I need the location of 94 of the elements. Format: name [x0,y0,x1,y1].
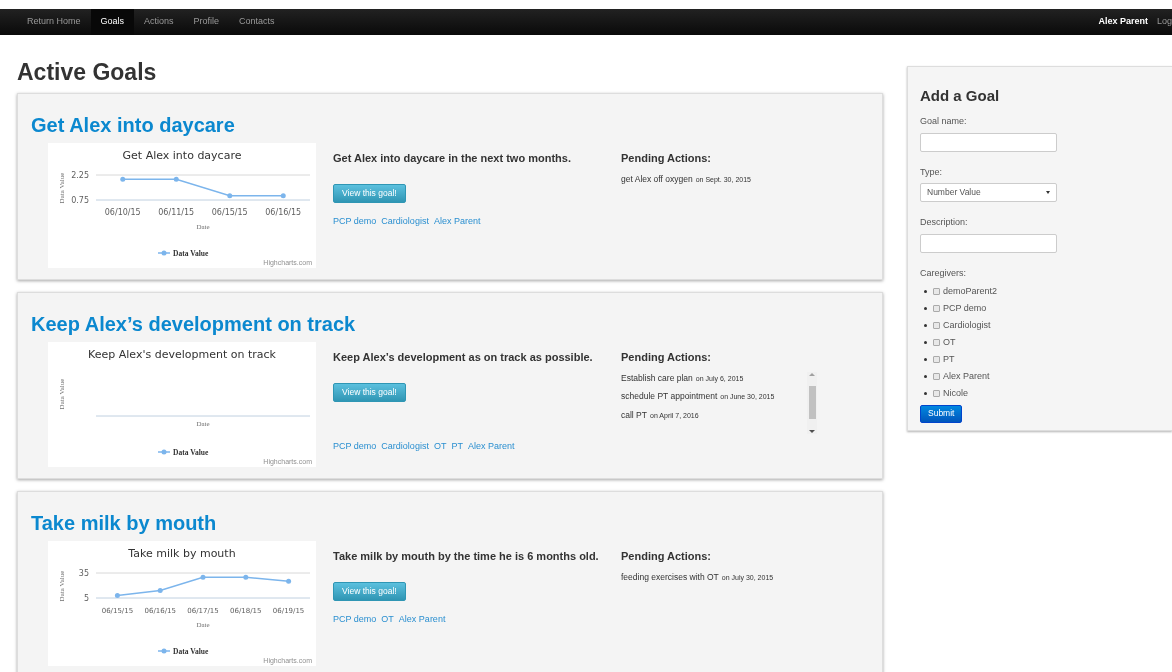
type-select[interactable]: Number Value [920,183,1057,202]
bullet-icon [924,341,927,345]
caregiver-name: Cardiologist [943,319,991,332]
x-tick-label: 06/11/15 [158,208,195,217]
pending-actions-title: Pending Actions: [621,151,713,166]
view-goal-button[interactable]: View this goal! [333,581,406,601]
caregiver-link[interactable]: PCP demo [333,214,377,229]
goal-name-input[interactable] [920,132,1057,152]
pending-actions-title: Pending Actions: [621,549,713,564]
caregiver-checkbox[interactable] [933,390,940,398]
bullet-icon [924,290,927,294]
caregiver-checkbox[interactable] [933,305,940,313]
data-point [280,193,286,199]
caregiver-name: Alex Parent [943,370,990,383]
bullet-icon [924,375,927,379]
goal-description: Take milk by mouth by the time he is 6 months old. [333,549,600,564]
caregiver-link[interactable]: PT [451,439,463,454]
chart-title: Take milk by mouth [128,547,236,560]
data-point [243,574,249,580]
caregiver-link[interactable]: OT [433,439,447,454]
goal-title[interactable]: Take milk by mouth [31,511,882,535]
action-text[interactable]: feeding exercises with OT [621,570,719,584]
legend-marker-icon [157,449,171,455]
y-tick-label: 0.75 [71,196,89,205]
caregiver-link[interactable]: Cardiologist [381,214,429,229]
legend-marker-icon [157,250,171,256]
user-name[interactable]: Alex Parent [1098,15,1148,29]
caregiver-link[interactable]: PCP demo [333,439,377,454]
scroll-up-icon[interactable] [809,372,815,376]
action-text[interactable]: get Alex off oxygen [621,172,693,186]
dropdown-caret-icon[interactable] [1046,191,1050,194]
field-label: Type: [920,165,943,179]
page-title: Active Goals [17,59,158,85]
data-point [227,193,233,199]
caregiver-checkbox[interactable] [933,356,940,364]
caregiver-link[interactable]: OT [381,612,394,627]
view-goal-button[interactable]: View this goal! [333,382,406,402]
action-text[interactable]: call PT [621,409,647,422]
caregiver-checkbox[interactable] [933,322,940,330]
y-tick-label: 35 [78,569,89,578]
chart-title: Keep Alex's development on track [88,348,276,361]
caregiver-name: OT [943,336,956,349]
pending-actions-title: Pending Actions: [621,350,713,365]
caregiver-link[interactable]: Alex Parent [398,612,446,627]
caregiver-checkbox[interactable] [933,339,940,347]
form-title: Add a Goal [920,87,1001,105]
field-label: Caregivers: [920,266,967,280]
goal-title[interactable]: Keep Alex’s development on track [31,312,882,336]
scrollbar[interactable] [807,371,817,434]
caregiver-name: Nicole [943,387,968,400]
y-tick-label: 5 [83,594,89,603]
bullet-icon [924,392,927,396]
action-text[interactable]: schedule PT appointment [621,390,718,403]
caregiver-link[interactable]: Cardiologist [381,439,429,454]
caregiver-checkbox[interactable] [933,288,940,296]
x-tick-label: 06/16/15 [265,208,302,217]
nav-link[interactable]: Contacts [229,9,285,35]
caregiver-name: PCP demo [943,302,987,315]
data-point [286,578,292,584]
data-point [173,176,179,182]
caregiver-checkbox[interactable] [933,373,940,381]
nav-link[interactable]: Return Home [17,9,91,35]
caregiver-link[interactable]: Alex Parent [467,439,515,454]
goal-description: Get Alex into daycare in the next two months. [333,151,572,166]
bullet-icon [924,324,927,328]
action-text[interactable]: Establish care plan [621,371,693,385]
goal-description: Keep Alex’s development as on track as possible. [333,350,594,365]
description-input[interactable] [920,233,1057,253]
legend-marker-icon [157,648,171,654]
data-point [200,574,206,580]
data-point [157,588,163,593]
bullet-icon [924,358,927,362]
data-point [114,593,120,598]
x-tick-label: 06/15/15 [211,208,248,217]
caregiver-link[interactable]: Alex Parent [433,214,481,229]
bullet-icon [924,307,927,311]
chart-title: Get Alex into daycare [122,149,242,162]
x-tick-label: 06/10/15 [104,208,141,217]
nav-link[interactable]: Goals [90,9,135,35]
nav-link[interactable]: Actions [134,9,184,35]
field-label: Description: [920,216,969,229]
field-label: Goal name: [920,115,968,128]
goal-title[interactable]: Get Alex into daycare [31,113,882,137]
y-tick-label: 2.25 [71,171,89,180]
scroll-down-icon[interactable] [809,429,815,433]
logout-link[interactable]: Log [1156,15,1172,29]
nav-link[interactable]: Profile [183,9,230,35]
scrollbar-thumb[interactable] [808,386,816,419]
caregiver-name: PT [943,353,955,366]
caregiver-link[interactable]: PCP demo [333,612,377,627]
submit-button[interactable]: Submit [920,404,963,423]
view-goal-button[interactable]: View this goal! [333,183,406,203]
caregiver-name: demoParent2 [943,285,998,298]
data-point [120,176,126,182]
